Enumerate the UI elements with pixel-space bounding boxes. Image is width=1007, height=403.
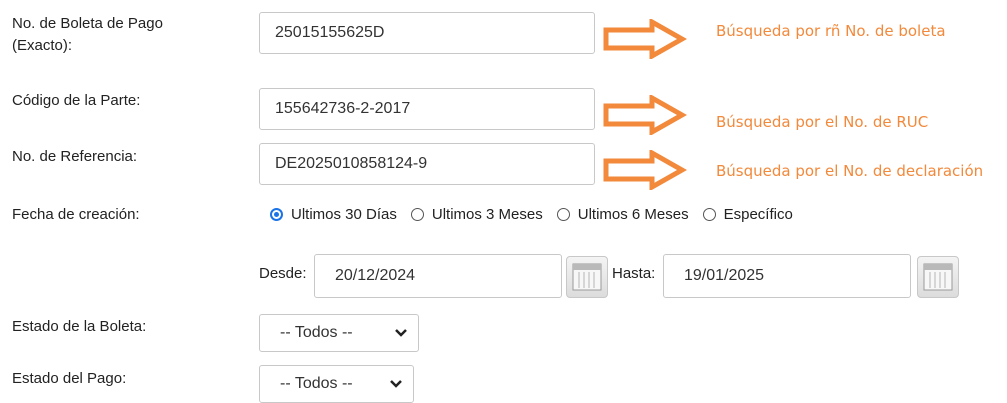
hasta-date-value: 19/01/2025 <box>684 267 765 284</box>
desde-date-input[interactable]: 20/12/2024 <box>314 254 562 298</box>
hasta-date-input[interactable]: 19/01/2025 <box>663 254 911 298</box>
estado-boleta-select[interactable]: -- Todos -- <box>259 314 419 352</box>
radio-label: Ultimos 30 Días <box>291 205 397 223</box>
estado-pago-label: Estado del Pago: <box>12 370 127 387</box>
hasta-label: Hasta: <box>612 265 656 282</box>
calendar-icon <box>572 263 602 291</box>
boleta-label-line1: No. de Boleta de Pago <box>12 15 163 32</box>
boleta-input[interactable]: 25015155625D <box>259 12 595 54</box>
radio-button[interactable] <box>702 207 716 221</box>
codigo-input[interactable]: 155642736-2-2017 <box>259 88 595 130</box>
radio-button-checked[interactable] <box>270 207 283 221</box>
desde-date-value: 20/12/2024 <box>335 267 416 284</box>
boleta-label-line2: (Exacto): <box>12 37 73 54</box>
desde-label: Desde: <box>259 265 307 282</box>
calendar-button-hasta[interactable] <box>917 256 959 298</box>
radio-button[interactable] <box>556 207 570 221</box>
calendar-button-desde[interactable] <box>566 256 608 298</box>
ruc-annotation: Búsqueda por el No. de RUC <box>716 113 929 131</box>
radio-label: Ultimos 6 Meses <box>577 205 689 223</box>
radio-label: Ultimos 3 Meses <box>431 205 543 223</box>
estado-boleta-selected: -- Todos -- <box>280 324 353 341</box>
radio-especifico[interactable]: Específico <box>702 205 793 223</box>
arrow-right-icon <box>603 95 687 135</box>
estado-pago-select[interactable]: -- Todos -- <box>259 365 414 403</box>
calendar-icon <box>923 263 953 291</box>
referencia-input-value: DE2025010858124-9 <box>275 155 428 172</box>
arrow-right-icon <box>603 150 687 190</box>
referencia-label: No. de Referencia: <box>12 148 138 165</box>
codigo-label: Código de la Parte: <box>12 92 141 109</box>
fecha-radio-group: Ultimos 30 Días Ultimos 3 Meses Ultimos … <box>270 203 807 225</box>
arrow-right-icon <box>603 19 687 59</box>
estado-boleta-label: Estado de la Boleta: <box>12 318 147 335</box>
radio-ultimos-3-meses[interactable]: Ultimos 3 Meses <box>410 205 543 223</box>
declaracion-annotation: Búsqueda por el No. de declaración <box>716 162 984 180</box>
boleta-annotation: Búsqueda por rñ No. de boleta <box>716 22 946 40</box>
radio-button[interactable] <box>410 207 424 221</box>
chevron-down-icon <box>395 329 407 337</box>
boleta-label: No. de Boleta de Pago (Exacto): <box>12 13 163 57</box>
radio-label: Específico <box>723 205 793 223</box>
fecha-label: Fecha de creación: <box>12 206 140 223</box>
estado-pago-selected: -- Todos -- <box>280 375 353 392</box>
boleta-input-value: 25015155625D <box>275 24 385 41</box>
codigo-input-value: 155642736-2-2017 <box>275 100 411 117</box>
radio-ultimos-30-dias[interactable]: Ultimos 30 Días <box>270 206 397 223</box>
referencia-input[interactable]: DE2025010858124-9 <box>259 143 595 185</box>
radio-ultimos-6-meses[interactable]: Ultimos 6 Meses <box>556 205 689 223</box>
chevron-down-icon <box>390 380 402 388</box>
